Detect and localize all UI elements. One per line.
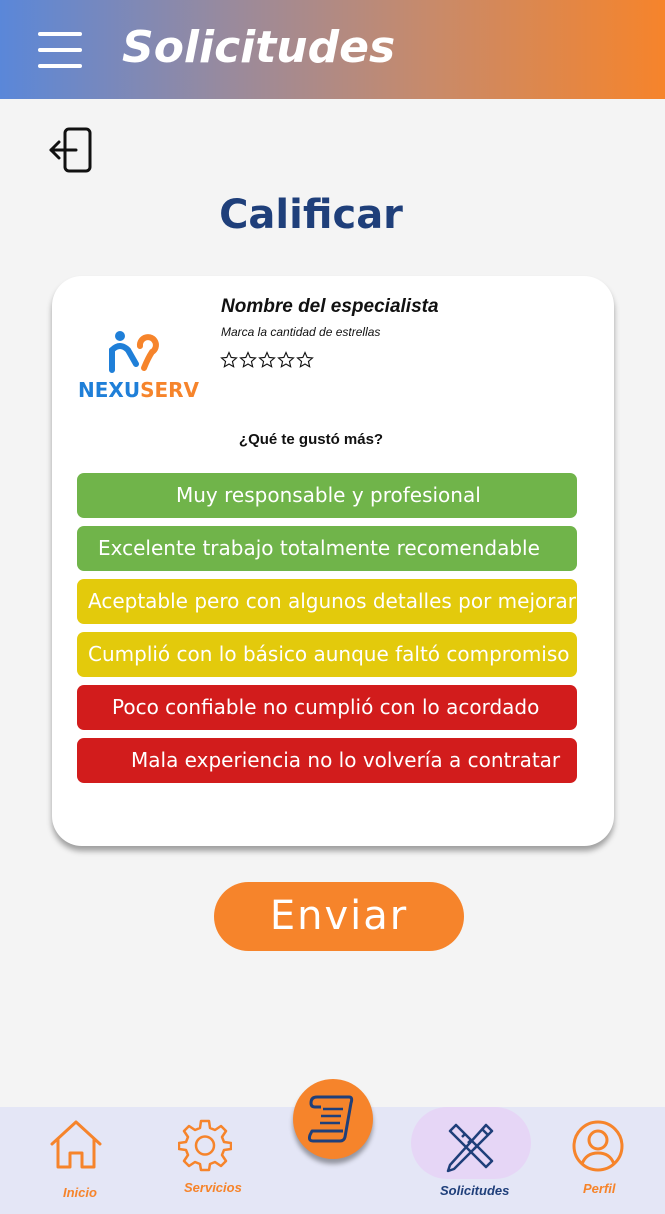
hamburger-menu-icon[interactable] — [38, 32, 82, 70]
page-title: Calificar — [219, 192, 403, 238]
gear-icon — [178, 1119, 232, 1172]
nav-label-solicitudes: Solicitudes — [440, 1183, 510, 1198]
nav-label-inicio: Inicio — [63, 1185, 97, 1200]
nav-label-servicios: Servicios — [184, 1180, 242, 1195]
rating-card: NEXUSERV Nombre del especialista Marca l… — [52, 276, 614, 846]
scroll-icon — [307, 1095, 354, 1143]
nav-label-perfil: Perfil — [583, 1181, 616, 1196]
nexuserv-logo: NEXUSERV — [78, 328, 199, 402]
specialist-name: Nombre del especialista — [221, 296, 439, 317]
option-button[interactable]: Excelente trabajo totalmente recomendabl… — [77, 526, 577, 571]
nav-item-solicitudes[interactable]: Solicitudes — [440, 1117, 510, 1201]
option-button[interactable]: Cumplió con lo básico aunque faltó compr… — [77, 632, 577, 677]
center-fab-button[interactable] — [293, 1079, 373, 1159]
app-header: Solicitudes — [0, 0, 665, 99]
logout-back-icon[interactable] — [48, 127, 94, 173]
option-button[interactable]: Poco confiable no cumplió con lo acordad… — [77, 685, 577, 730]
star-2-icon[interactable] — [239, 351, 257, 369]
header-title: Solicitudes — [122, 22, 396, 73]
question-label: ¿Qué te gustó más? — [238, 431, 384, 448]
star-5-icon[interactable] — [296, 351, 314, 369]
option-button[interactable]: Aceptable pero con algunos detalles por … — [77, 579, 577, 624]
nav-item-inicio[interactable]: Inicio — [48, 1117, 104, 1201]
option-button[interactable]: Mala experiencia no lo volvería a contra… — [77, 738, 577, 783]
star-3-icon[interactable] — [258, 351, 276, 369]
nav-item-servicios[interactable]: Servicios — [178, 1118, 242, 1198]
star-4-icon[interactable] — [277, 351, 295, 369]
stars-hint: Marca la cantidad de estrellas — [221, 325, 381, 339]
home-icon — [50, 1120, 102, 1169]
user-icon — [572, 1120, 624, 1172]
send-button[interactable]: Enviar — [214, 882, 464, 951]
star-1-icon[interactable] — [220, 351, 238, 369]
star-rating[interactable] — [220, 351, 314, 369]
pencil-ruler-icon — [446, 1123, 494, 1173]
nav-item-perfil[interactable]: Perfil — [571, 1119, 627, 1203]
option-button[interactable]: Muy responsable y profesional — [77, 473, 577, 518]
